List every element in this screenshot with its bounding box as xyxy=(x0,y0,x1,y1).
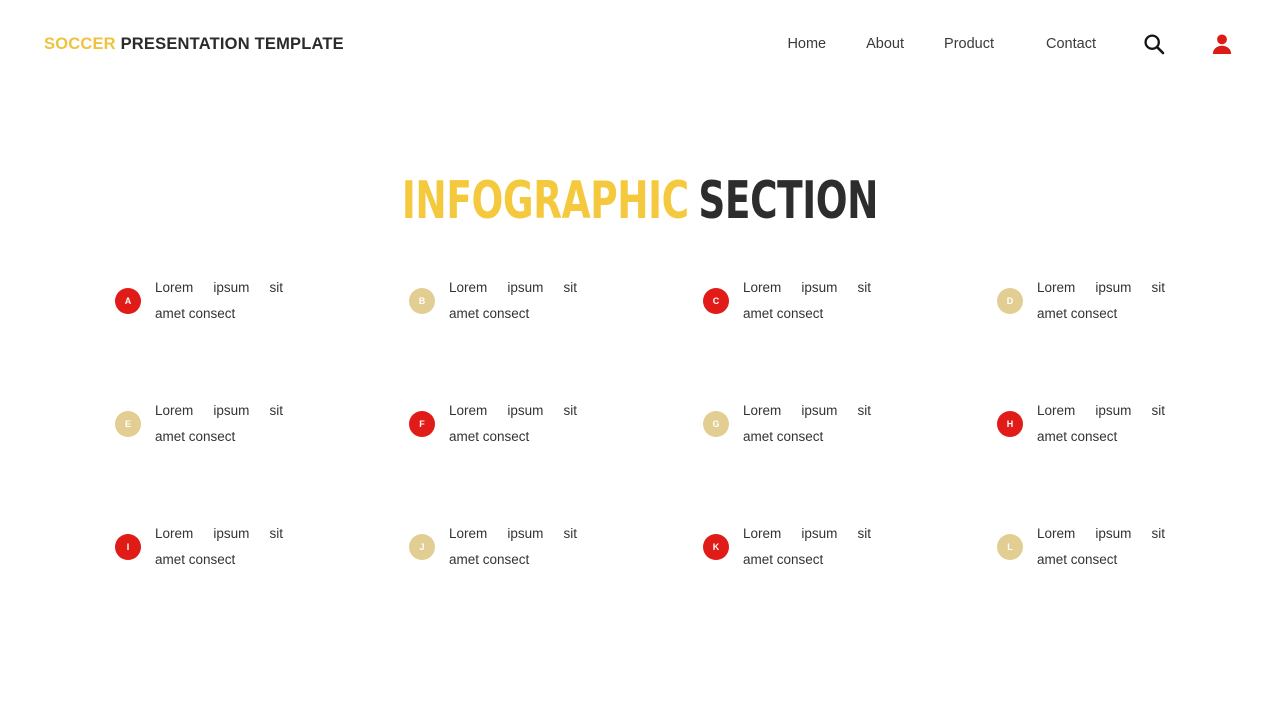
item-text-c: Lorem ipsum sit amet consect xyxy=(743,275,871,327)
infographic-item-g[interactable]: G Lorem ipsum sit amet consect xyxy=(703,398,997,521)
nav-item-home[interactable]: Home xyxy=(787,37,826,52)
main-navigation: Home About Product Contact xyxy=(787,32,1234,56)
page-title: INFOGRAPHIC SECTION xyxy=(128,175,1152,227)
badge-letter-k: K xyxy=(703,534,729,560)
item-line2: amet consect xyxy=(743,306,824,321)
search-icon[interactable] xyxy=(1142,32,1166,56)
item-line2: amet consect xyxy=(1037,306,1118,321)
badge-letter-i: I xyxy=(115,534,141,560)
item-text-j: Lorem ipsum sit amet consect xyxy=(449,521,577,573)
item-text-l: Lorem ipsum sit amet consect xyxy=(1037,521,1165,573)
page-title-accent: INFOGRAPHIC xyxy=(401,170,689,231)
nav-item-contact[interactable]: Contact xyxy=(1046,37,1096,52)
infographic-item-j[interactable]: J Lorem ipsum sit amet consect xyxy=(409,521,703,644)
page-title-rest: SECTION xyxy=(698,170,879,231)
item-line1: Lorem ipsum sit xyxy=(1037,403,1165,418)
infographic-item-a[interactable]: A Lorem ipsum sit amet consect xyxy=(115,275,409,398)
infographic-item-f[interactable]: F Lorem ipsum sit amet consect xyxy=(409,398,703,521)
item-line1: Lorem ipsum sit xyxy=(449,526,577,541)
nav-item-product[interactable]: Product xyxy=(944,37,994,52)
item-text-d: Lorem ipsum sit amet consect xyxy=(1037,275,1165,327)
badge-letter-h: H xyxy=(997,411,1023,437)
item-line1: Lorem ipsum sit xyxy=(1037,526,1165,541)
brand-accent-text: SOCCER xyxy=(44,34,116,53)
item-line2: amet consect xyxy=(1037,429,1118,444)
brand-logo[interactable]: SOCCER PRESENTATION TEMPLATE xyxy=(44,36,344,53)
badge-letter-b: B xyxy=(409,288,435,314)
infographic-item-b[interactable]: B Lorem ipsum sit amet consect xyxy=(409,275,703,398)
badge-letter-f: F xyxy=(409,411,435,437)
item-line1: Lorem ipsum sit xyxy=(1037,280,1165,295)
infographic-item-h[interactable]: H Lorem ipsum sit amet consect xyxy=(997,398,1280,521)
site-header: SOCCER PRESENTATION TEMPLATE Home About … xyxy=(0,0,1280,88)
badge-letter-c: C xyxy=(703,288,729,314)
item-line1: Lorem ipsum sit xyxy=(155,280,283,295)
badge-letter-l: L xyxy=(997,534,1023,560)
item-line2: amet consect xyxy=(449,429,530,444)
item-line2: amet consect xyxy=(449,552,530,567)
badge-letter-j: J xyxy=(409,534,435,560)
item-line1: Lorem ipsum sit xyxy=(155,403,283,418)
infographic-item-d[interactable]: D Lorem ipsum sit amet consect xyxy=(997,275,1280,398)
item-text-b: Lorem ipsum sit amet consect xyxy=(449,275,577,327)
user-avatar-icon[interactable] xyxy=(1210,32,1234,56)
badge-letter-e: E xyxy=(115,411,141,437)
infographic-item-e[interactable]: E Lorem ipsum sit amet consect xyxy=(115,398,409,521)
item-line2: amet consect xyxy=(1037,552,1118,567)
badge-letter-g: G xyxy=(703,411,729,437)
item-text-g: Lorem ipsum sit amet consect xyxy=(743,398,871,450)
item-line1: Lorem ipsum sit xyxy=(743,280,871,295)
item-line1: Lorem ipsum sit xyxy=(155,526,283,541)
badge-letter-a: A xyxy=(115,288,141,314)
item-line1: Lorem ipsum sit xyxy=(743,526,871,541)
infographic-grid: A Lorem ipsum sit amet consect B Lorem i… xyxy=(115,275,1185,644)
item-text-i: Lorem ipsum sit amet consect xyxy=(155,521,283,573)
brand-rest-text: PRESENTATION TEMPLATE xyxy=(120,34,344,53)
badge-letter-d: D xyxy=(997,288,1023,314)
item-text-a: Lorem ipsum sit amet consect xyxy=(155,275,283,327)
item-line2: amet consect xyxy=(743,552,824,567)
item-line2: amet consect xyxy=(155,429,236,444)
infographic-item-l[interactable]: L Lorem ipsum sit amet consect xyxy=(997,521,1280,644)
infographic-item-i[interactable]: I Lorem ipsum sit amet consect xyxy=(115,521,409,644)
item-line2: amet consect xyxy=(449,306,530,321)
item-text-e: Lorem ipsum sit amet consect xyxy=(155,398,283,450)
item-line2: amet consect xyxy=(743,429,824,444)
item-text-h: Lorem ipsum sit amet consect xyxy=(1037,398,1165,450)
item-line1: Lorem ipsum sit xyxy=(449,280,577,295)
infographic-item-c[interactable]: C Lorem ipsum sit amet consect xyxy=(703,275,997,398)
item-line1: Lorem ipsum sit xyxy=(449,403,577,418)
infographic-item-k[interactable]: K Lorem ipsum sit amet consect xyxy=(703,521,997,644)
nav-item-about[interactable]: About xyxy=(866,37,904,52)
item-text-f: Lorem ipsum sit amet consect xyxy=(449,398,577,450)
item-line2: amet consect xyxy=(155,552,236,567)
item-line2: amet consect xyxy=(155,306,236,321)
item-text-k: Lorem ipsum sit amet consect xyxy=(743,521,871,573)
item-line1: Lorem ipsum sit xyxy=(743,403,871,418)
